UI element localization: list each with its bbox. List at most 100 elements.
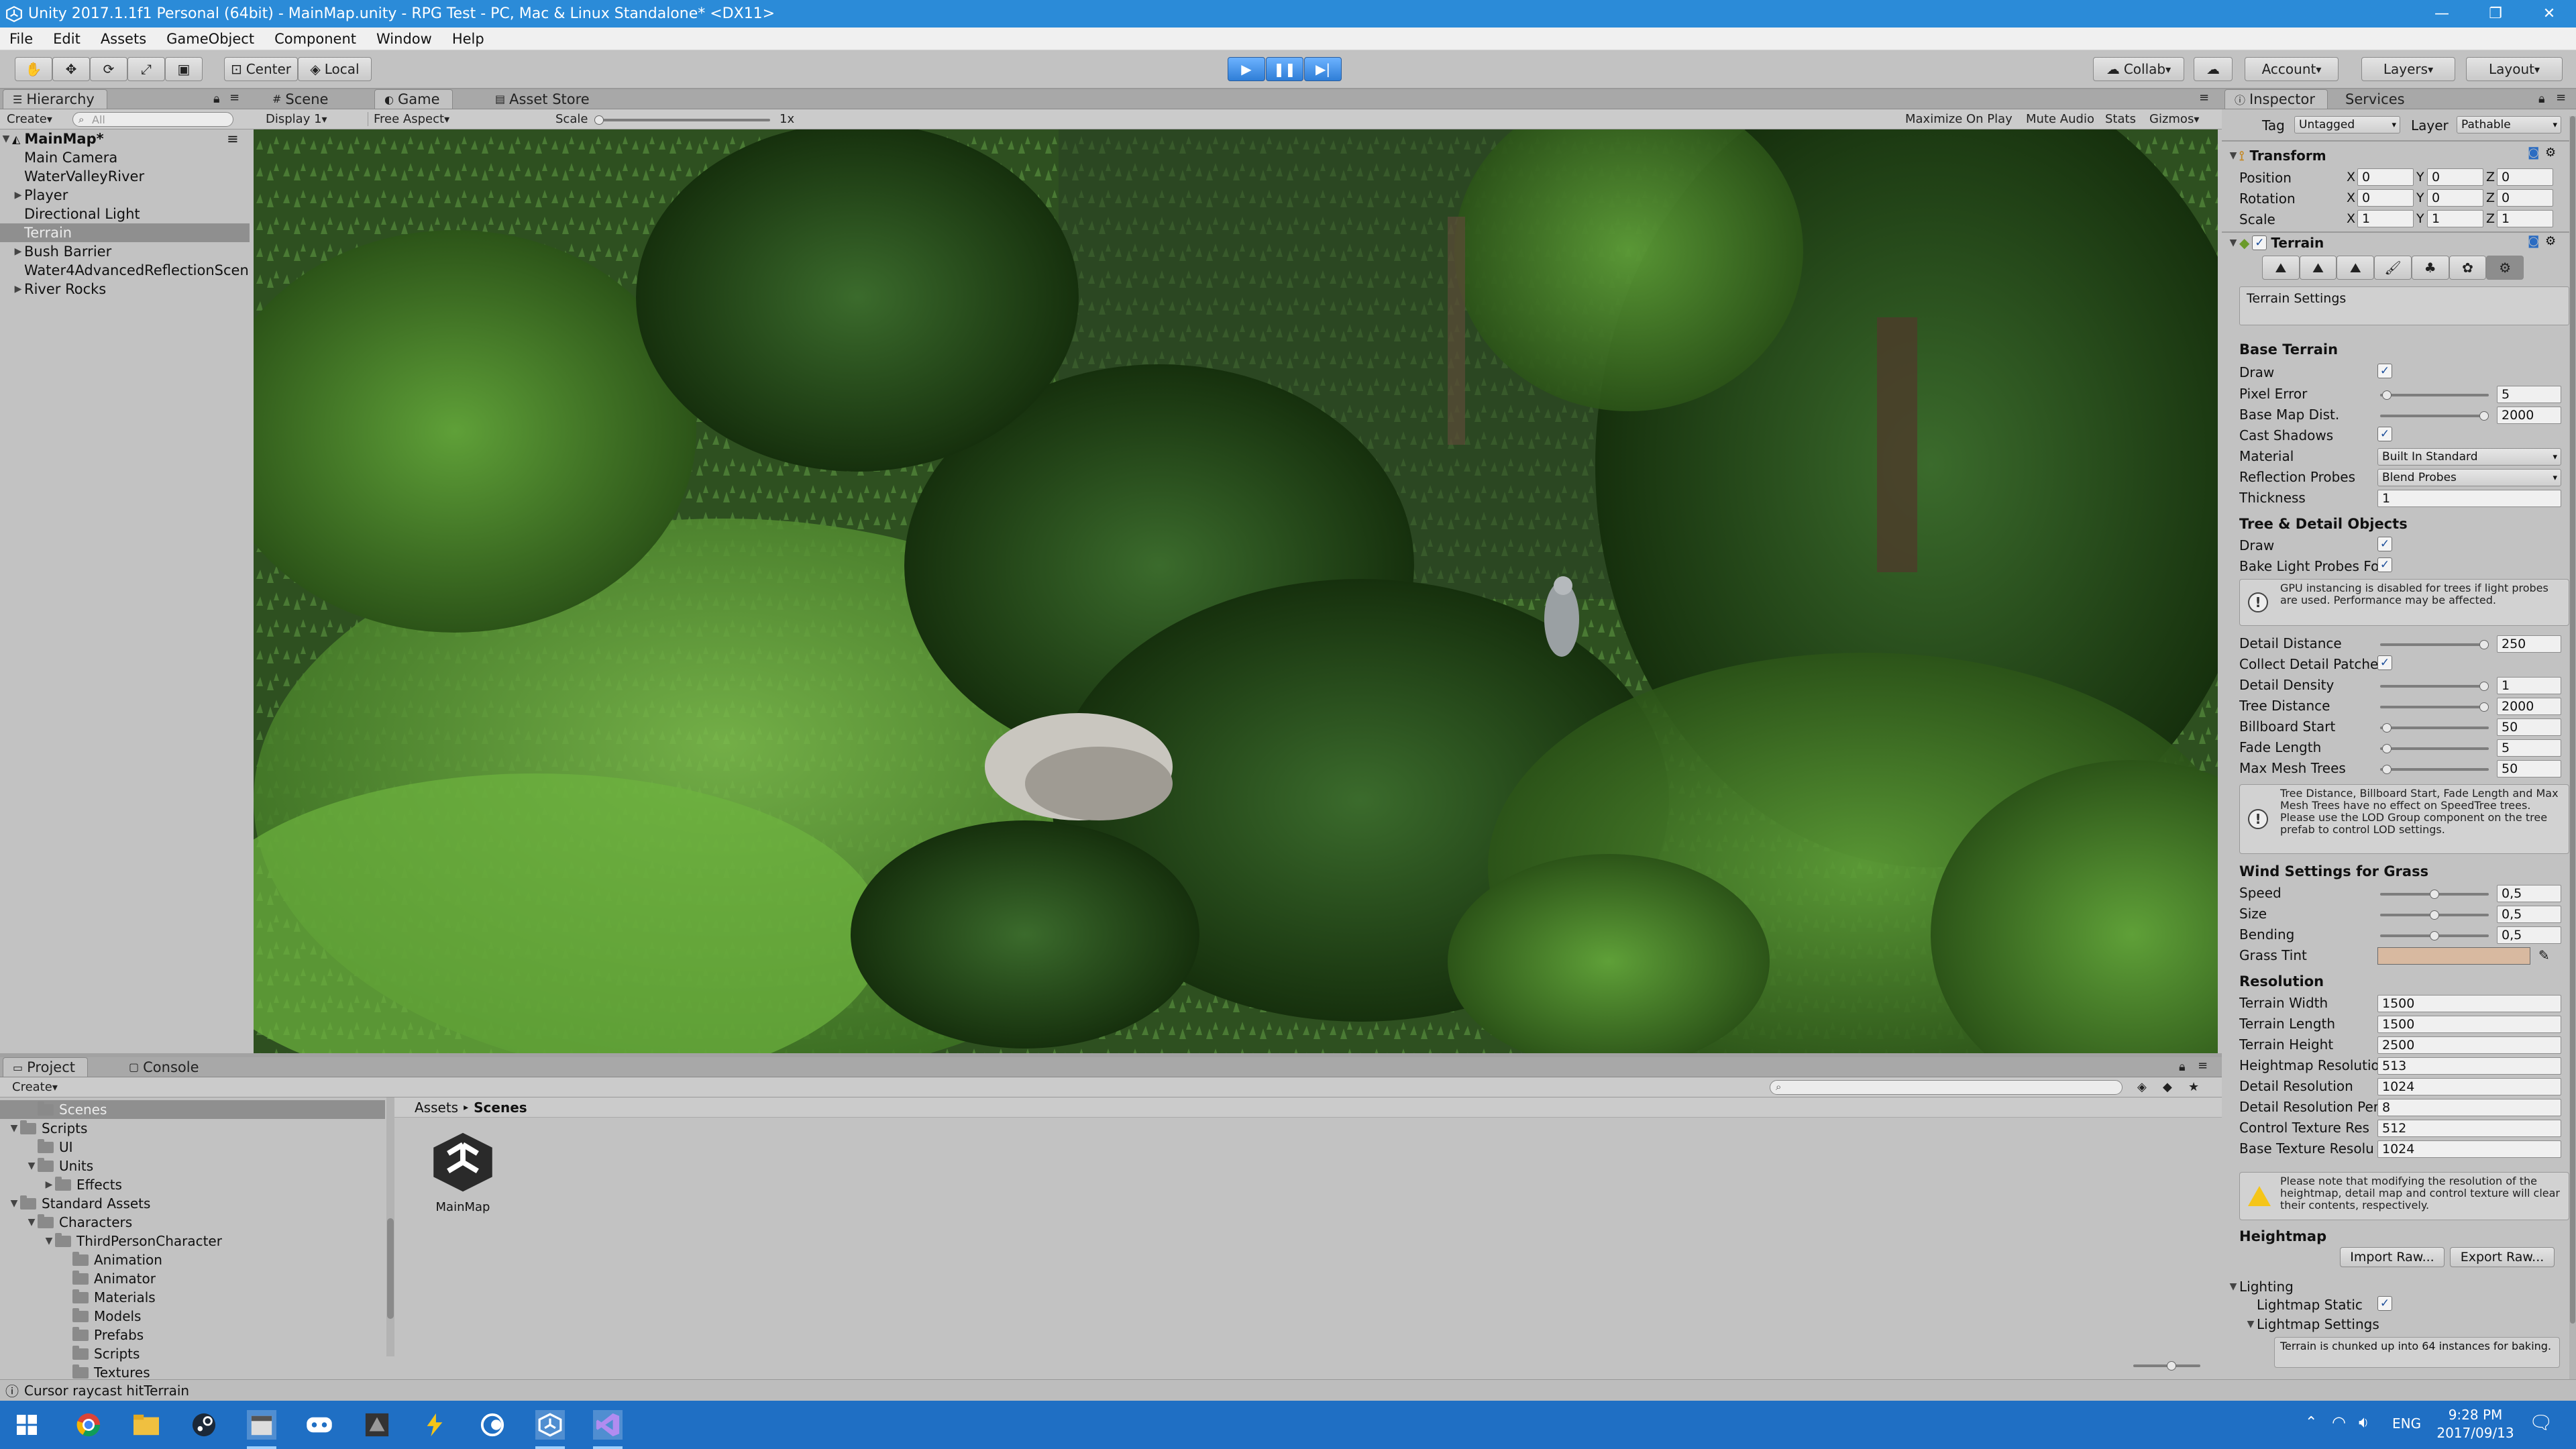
menu-window[interactable]: Window	[367, 31, 443, 47]
pixel-error-slider[interactable]	[2380, 390, 2489, 400]
billboard-start-slider[interactable]	[2380, 723, 2489, 733]
wind-size-slider-knob[interactable]	[2430, 910, 2439, 920]
detail-distance-slider[interactable]	[2380, 640, 2489, 649]
project-folder[interactable]: ▼ Scripts	[0, 1119, 385, 1138]
inspector-scrollbar[interactable]	[2569, 116, 2576, 1391]
place-trees-tool-button[interactable]: ♣	[2411, 256, 2449, 280]
transform-gear-icon[interactable]: ⚙	[2545, 146, 2556, 160]
project-folder[interactable]: Scenes	[0, 1100, 385, 1119]
expand-arrow-icon[interactable]: ▶	[43, 1179, 55, 1190]
wind-size-input[interactable]: 0,5	[2497, 906, 2561, 923]
tree-draw-checkbox[interactable]: ✓	[2377, 537, 2392, 551]
project-folder[interactable]: Animator	[0, 1269, 385, 1288]
expand-arrow-icon[interactable]: ▼	[25, 1217, 38, 1228]
tab-game[interactable]: ◐ Game	[374, 89, 453, 109]
close-button[interactable]: ✕	[2522, 0, 2576, 28]
max-mesh-trees-input[interactable]: 50	[2497, 760, 2561, 777]
terrain-settings-tool-button[interactable]: ⚙	[2486, 256, 2524, 280]
import-raw-button[interactable]: Import Raw...	[2340, 1247, 2445, 1267]
filter-type-icon[interactable]: ◈	[2137, 1080, 2147, 1094]
wind-size-slider[interactable]	[2380, 910, 2489, 920]
filter-label-icon[interactable]: ◆	[2163, 1080, 2172, 1094]
tab-hierarchy[interactable]: ☰ Hierarchy	[3, 89, 107, 109]
pixel-error-input[interactable]: 5	[2497, 386, 2561, 403]
project-folder[interactable]: Animation	[0, 1250, 385, 1269]
inspector-menu-icon[interactable]: ≡	[2556, 91, 2566, 105]
raise-lower-tool-button[interactable]: ⛰	[2262, 256, 2300, 280]
project-folder[interactable]: ▼ ThirdPersonCharacter	[0, 1232, 385, 1250]
resolution-row-5-input[interactable]: 8	[2377, 1099, 2561, 1116]
grass-tint-swatch[interactable]	[2377, 947, 2530, 965]
transform-y-input[interactable]: 0	[2427, 189, 2483, 207]
tab-asset-store[interactable]: ▤ Asset Store	[486, 89, 602, 109]
unity-app[interactable]	[535, 1410, 565, 1449]
expand-arrow-icon[interactable]: ▼	[43, 1236, 55, 1246]
gizmos-dropdown[interactable]: Gizmos	[2149, 112, 2199, 126]
transform-header[interactable]: ▼ ⟟ Transform	[2227, 146, 2326, 166]
scale-slider[interactable]	[594, 115, 770, 125]
cast-shadows-checkbox[interactable]: ✓	[2377, 427, 2392, 441]
project-folder[interactable]: Models	[0, 1307, 385, 1326]
asset-mainmap[interactable]: MainMap	[423, 1127, 503, 1214]
expand-arrow-icon[interactable]: ▼	[8, 1123, 20, 1134]
menu-gameobject[interactable]: GameObject	[157, 31, 265, 47]
scale-tool-button[interactable]: ⤢	[127, 57, 165, 81]
project-create-dropdown[interactable]: Create	[12, 1080, 58, 1094]
fade-length-slider[interactable]	[2380, 744, 2489, 753]
lightmap-settings-collapse-icon[interactable]: ▼	[2245, 1319, 2257, 1330]
draw-checkbox[interactable]: ✓	[2377, 364, 2392, 378]
resolution-row-6-input[interactable]: 512	[2377, 1120, 2561, 1137]
wind-speed-slider[interactable]	[2380, 890, 2489, 899]
hierarchy-item[interactable]: Terrain	[0, 223, 250, 242]
project-folder[interactable]: Materials	[0, 1288, 385, 1307]
wind-speed-input[interactable]: 0,5	[2497, 885, 2561, 902]
detail-density-slider-knob[interactable]	[2479, 682, 2489, 691]
menu-assets[interactable]: Assets	[91, 31, 157, 47]
resolution-row-0-input[interactable]: 1500	[2377, 995, 2561, 1012]
hierarchy-item[interactable]: ▶ River Rocks	[0, 280, 250, 299]
scene-menu-icon[interactable]: ≡	[227, 131, 239, 147]
step-button[interactable]: ▶|	[1304, 57, 1342, 81]
resolution-row-3-input[interactable]: 513	[2377, 1057, 2561, 1075]
scene-root-row[interactable]: ▼ ◭ MainMap* ≡	[0, 129, 250, 148]
tab-services[interactable]: Services	[2336, 89, 2417, 109]
resolution-row-4-input[interactable]: 1024	[2377, 1078, 2561, 1095]
project-folder[interactable]: ▼ Standard Assets	[0, 1194, 385, 1213]
expand-arrow-icon[interactable]: ▶	[12, 246, 24, 257]
lighting-foldout[interactable]: ▼ Lighting	[2227, 1277, 2294, 1297]
paint-details-tool-button[interactable]: ✿	[2449, 256, 2487, 280]
icon-size-slider[interactable]	[2133, 1361, 2200, 1371]
project-folder[interactable]: ▼ Characters	[0, 1213, 385, 1232]
tab-scene[interactable]: # Scene	[263, 89, 340, 109]
app5[interactable]	[305, 1410, 334, 1440]
mute-audio-toggle[interactable]: Mute Audio	[2026, 112, 2094, 126]
project-lock-icon[interactable]: 🔒︎	[2179, 1060, 2186, 1074]
expand-arrow-icon[interactable]: ▼	[25, 1161, 38, 1171]
resolution-row-7-input[interactable]: 1024	[2377, 1140, 2561, 1158]
wind-bending-input[interactable]: 0,5	[2497, 926, 2561, 944]
expand-arrow-icon[interactable]: ▼	[0, 133, 12, 144]
pivot-center-button[interactable]: ⊡ Center	[224, 57, 298, 81]
expand-arrow-icon[interactable]: ▼	[8, 1198, 20, 1209]
lock-icon[interactable]: 🔒︎	[213, 92, 220, 106]
terrain-header[interactable]: ▼ ◆ ✓ Terrain	[2227, 233, 2324, 253]
paint-texture-tool-button[interactable]: 🖌︎	[2374, 256, 2412, 280]
material-dropdown[interactable]: Built In Standard	[2377, 448, 2561, 466]
project-folder[interactable]: Scripts	[0, 1344, 385, 1363]
display-dropdown[interactable]: Display 1	[266, 112, 366, 126]
hand-tool-button[interactable]: ✋	[15, 57, 52, 81]
transform-z-input[interactable]: 0	[2497, 168, 2553, 186]
terrain-help-icon[interactable]: ◙	[2528, 234, 2539, 248]
layer-dropdown[interactable]: Pathable	[2457, 116, 2561, 133]
move-tool-button[interactable]: ✥	[52, 57, 90, 81]
reflection-probes-dropdown[interactable]: Blend Probes	[2377, 469, 2561, 486]
favorite-star-icon[interactable]: ★	[2188, 1080, 2199, 1094]
project-folder[interactable]: ▶ Effects	[0, 1175, 385, 1194]
rect-tool-button[interactable]: ▣	[165, 57, 203, 81]
layout-dropdown[interactable]: Layout	[2466, 57, 2563, 81]
minimize-button[interactable]: —	[2415, 0, 2469, 28]
language-indicator[interactable]: ENG	[2392, 1415, 2421, 1432]
hierarchy-item[interactable]: Main Camera	[0, 148, 250, 167]
lightmap-settings-foldout[interactable]: ▼ Lightmap Settings	[2245, 1314, 2379, 1334]
volume-icon[interactable]: 🔉︎	[2359, 1413, 2369, 1432]
